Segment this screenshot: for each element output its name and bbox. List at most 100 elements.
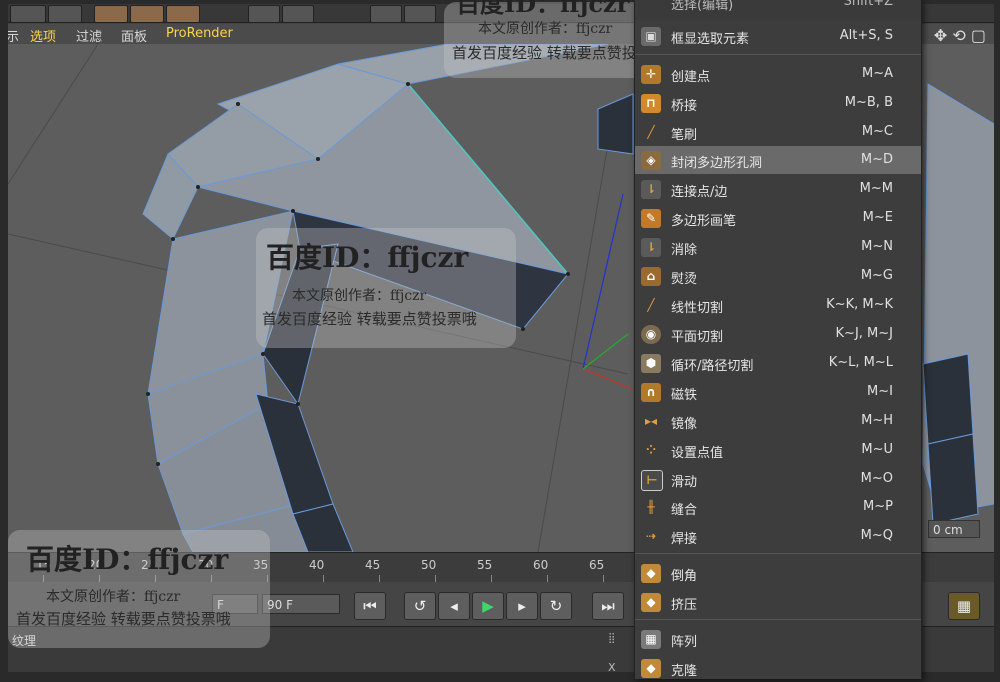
toolbar-button[interactable] — [166, 5, 200, 23]
frame-select-icon: ▣ — [641, 27, 661, 46]
go-to-next-keyframe-button[interactable]: ↻ — [540, 592, 572, 620]
menu-item-brush[interactable]: ╱ 笔刷 M~C — [635, 118, 921, 146]
weld-icon: ⇢ — [641, 527, 661, 546]
menu-item-clone[interactable]: ◆ 克隆 — [635, 654, 921, 682]
menu-item-label: 缝合 — [671, 503, 698, 518]
go-to-prev-keyframe-button[interactable]: ↺ — [404, 592, 436, 620]
menu-item-close-polygon-hole[interactable]: ◈ 封闭多边形孔洞 M~D — [635, 146, 921, 174]
menu-item-label: 多边形画笔 — [671, 214, 737, 229]
move-view-icon[interactable]: ✥ — [934, 26, 947, 45]
toolbar-button[interactable] — [282, 5, 314, 23]
toolbar-button[interactable] — [10, 5, 46, 23]
menu-item-shortcut: M~A — [861, 66, 893, 81]
viewport-menu-prorender[interactable]: ProRender — [166, 26, 233, 41]
menu-top-label: 选择(编辑) — [671, 0, 734, 13]
iron-icon: ⌂ — [641, 267, 661, 286]
dissolve-icon: ⇂ — [641, 238, 661, 257]
menu-item-label: 阵列 — [671, 635, 698, 650]
toolbar-button[interactable] — [48, 5, 82, 23]
viewport-menu-filter[interactable]: 过滤 — [76, 26, 102, 45]
menu-item-shortcut: M~G — [860, 268, 893, 283]
connect-points-edges-icon: ⇂ — [641, 180, 661, 199]
menu-item-frame-selected[interactable]: ▣ 框显选取元素 Alt+S, S — [635, 22, 921, 50]
tick-label: 45 — [365, 558, 381, 572]
menu-item-loop-path-cut[interactable]: ⬢ 循环/路径切割 K~L, M~L — [635, 349, 921, 377]
toolbar-button[interactable] — [404, 5, 436, 23]
viewport-menu-display[interactable]: 示 — [8, 26, 19, 45]
menu-item-slide[interactable]: ⊢ 滑动 M~O — [635, 465, 921, 493]
bevel-icon: ◆ — [641, 564, 661, 583]
polygon-pen-icon: ✎ — [641, 209, 661, 228]
menu-item-mirror[interactable]: ▸◂ 镜像 M~H — [635, 407, 921, 435]
go-to-start-button[interactable]: ⏮ — [354, 592, 386, 620]
film-strip-button[interactable]: ▦ — [948, 592, 980, 620]
play-button[interactable]: ▶ — [472, 592, 504, 620]
menu-item-shortcut: K~L, M~L — [828, 355, 893, 370]
menu-top-partial[interactable]: 选择(编辑) Shift+Z — [635, 0, 921, 20]
next-frame-button[interactable]: ▸ — [506, 592, 538, 620]
tick-label: 40 — [309, 558, 325, 572]
watermark-bottom-title: 百度ID：ffjczr — [26, 543, 229, 576]
maximize-view-icon[interactable]: ▢ — [971, 26, 986, 45]
prev-frame-button[interactable]: ◂ — [438, 592, 470, 620]
menu-item-label: 桥接 — [671, 99, 698, 114]
menu-item-magnet[interactable]: ∩ 磁铁 M~I — [635, 378, 921, 406]
tick-label: 60 — [533, 558, 549, 572]
menu-item-array[interactable]: ▦ 阵列 — [635, 625, 921, 653]
menu-item-set-point-value[interactable]: ⁘ 设置点值 M~U — [635, 436, 921, 464]
set-point-value-icon: ⁘ — [641, 441, 661, 460]
menu-item-stitch[interactable]: ╫ 缝合 M~P — [635, 493, 921, 521]
toolbar-button[interactable] — [130, 5, 164, 23]
end-frame-field[interactable]: 90 F — [262, 594, 340, 614]
menu-item-label: 磁铁 — [671, 388, 698, 403]
go-to-end-button[interactable]: ⏭ — [592, 592, 624, 620]
toolbar-button[interactable] — [370, 5, 402, 23]
menu-item-extrude[interactable]: ◆ 挤压 — [635, 588, 921, 616]
loop-path-cut-icon: ⬢ — [641, 354, 661, 373]
toolbar-button[interactable] — [94, 5, 128, 23]
menu-top-shortcut: Shift+Z — [843, 0, 893, 9]
watermark-bottom-author: 本文原创作者：ffjczr — [46, 589, 181, 605]
menu-item-label: 框显选取元素 — [671, 32, 750, 47]
menu-item-shortcut: M~H — [861, 413, 893, 428]
toolbar-button[interactable] — [248, 5, 280, 23]
menu-item-shortcut: M~D — [860, 152, 893, 167]
menu-item-bridge[interactable]: ⊓ 桥接 M~B, B — [635, 89, 921, 117]
menu-item-label: 滑动 — [671, 475, 698, 490]
menu-item-weld[interactable]: ⇢ 焊接 M~Q — [635, 522, 921, 550]
menu-item-polygon-pen[interactable]: ✎ 多边形画笔 M~E — [635, 204, 921, 232]
menu-separator — [635, 553, 921, 554]
viewport-menu-options[interactable]: 选项 — [30, 26, 56, 45]
menu-item-label: 创建点 — [671, 70, 711, 85]
array-icon: ▦ — [641, 630, 661, 649]
menu-item-label: 平面切割 — [671, 330, 724, 345]
menu-item-shortcut: M~I — [867, 384, 893, 399]
tick-label: 65 — [589, 558, 605, 572]
menu-item-label: 消除 — [671, 243, 698, 258]
menu-item-iron[interactable]: ⌂ 熨烫 M~G — [635, 262, 921, 290]
grip-icon[interactable]: ⣿ — [608, 633, 620, 647]
viewport-menu-panel[interactable]: 面板 — [121, 26, 147, 45]
mesh-tools-menu: 选择(编辑) Shift+Z ▣ 框显选取元素 Alt+S, S ✛ 创建点 M… — [634, 0, 922, 679]
stitch-icon: ╫ — [641, 498, 661, 517]
menu-item-dissolve[interactable]: ⇂ 消除 M~N — [635, 233, 921, 261]
watermark-bottom-notice: 首发百度经验 转载要点赞投票哦 — [16, 610, 231, 628]
menu-item-label: 倒角 — [671, 569, 698, 584]
watermark-center-notice: 首发百度经验 转载要点赞投票哦 — [262, 310, 477, 328]
menu-item-label: 线性切割 — [671, 301, 724, 316]
bridge-icon: ⊓ — [641, 94, 661, 113]
menu-item-connect-points-edges[interactable]: ⇂ 连接点/边 M~M — [635, 175, 921, 203]
rotate-view-icon[interactable]: ⟲ — [952, 26, 965, 45]
menu-item-shortcut: M~M — [859, 181, 893, 196]
viewport-nav-icons: ✥ ⟲ ▢ — [934, 26, 986, 45]
menu-item-bevel[interactable]: ◆ 倒角 — [635, 559, 921, 587]
menu-item-line-cut[interactable]: ╱ 线性切割 K~K, M~K — [635, 291, 921, 319]
menu-item-plane-cut[interactable]: ◉ 平面切割 K~J, M~J — [635, 320, 921, 348]
plane-cut-icon: ◉ — [641, 325, 661, 344]
menu-item-create-point[interactable]: ✛ 创建点 M~A — [635, 60, 921, 88]
menu-item-label: 循环/路径切割 — [671, 359, 754, 374]
menu-item-shortcut: M~B, B — [844, 95, 893, 110]
menu-separator — [635, 619, 921, 620]
tick-label: 55 — [477, 558, 493, 572]
menu-item-shortcut: M~U — [861, 442, 893, 457]
